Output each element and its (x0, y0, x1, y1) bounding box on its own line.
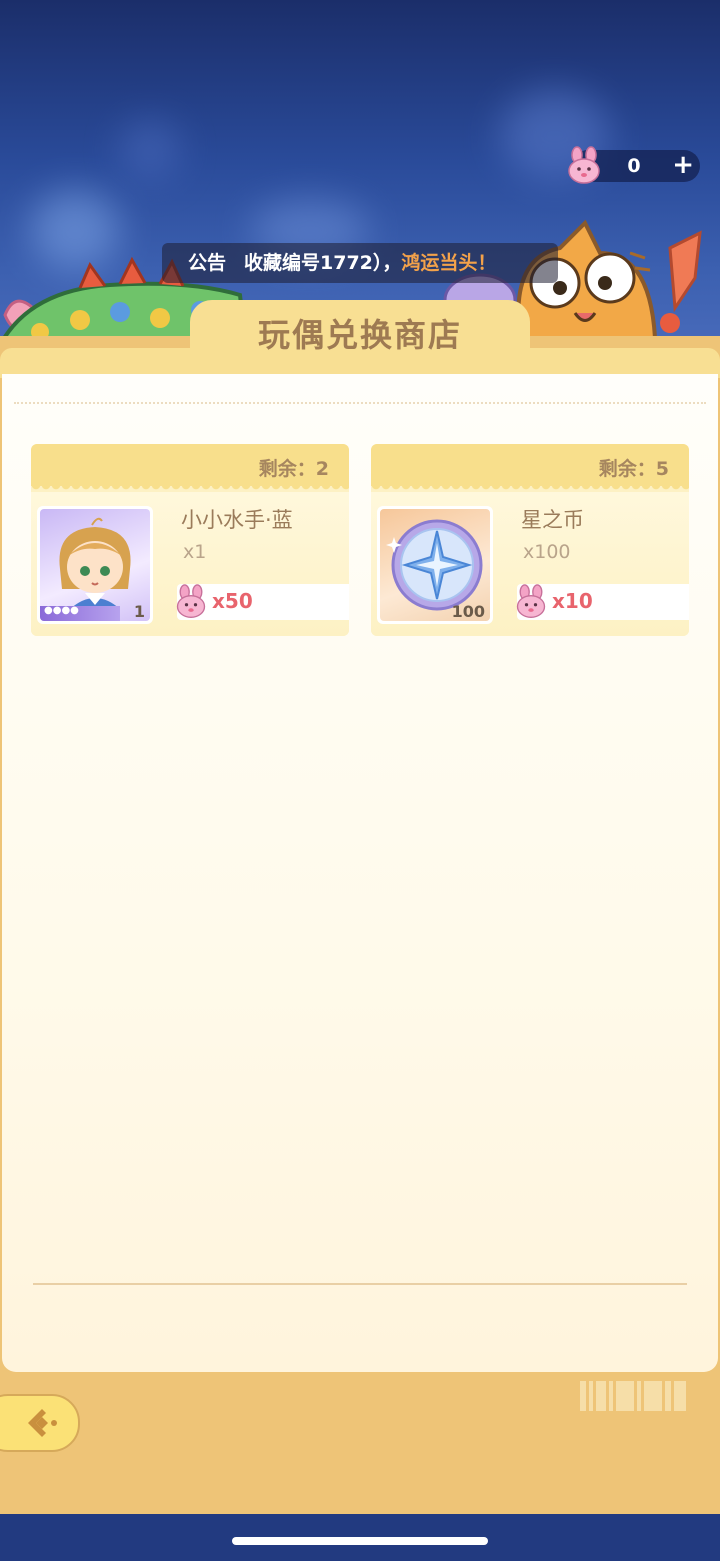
pink-bunny-icon (516, 584, 546, 618)
item-amount: x1 (183, 541, 207, 563)
shop-title: 玩偶兑换商店 (257, 316, 462, 354)
item-thumbnail[interactable]: ●●●● 1 (37, 506, 153, 624)
divider (14, 402, 706, 404)
home-indicator[interactable] (232, 1537, 488, 1545)
bottom-divider (33, 1283, 687, 1285)
card-header: 剩余：5 (371, 444, 689, 491)
item-name: 星之币 (521, 508, 584, 532)
shop-item-card[interactable]: 剩余：5 100 星之币 x100 x10 (371, 444, 689, 636)
notice-highlight: 鸿运当头！ (401, 252, 497, 274)
back-button[interactable] (0, 1394, 80, 1452)
item-name: 小小水手·蓝 (181, 508, 293, 532)
remaining-count: 剩余：5 (598, 458, 669, 480)
currency-counter: 0 + (568, 146, 700, 184)
notice-label: 公告 (188, 252, 227, 274)
pink-bunny-icon (568, 146, 600, 184)
shop-title-tab: 玩偶兑换商店 (190, 300, 530, 358)
price-button[interactable]: x10 (516, 584, 689, 620)
item-price: x10 (552, 589, 593, 613)
card-header: 剩余：2 (31, 444, 349, 491)
item-thumbnail[interactable]: 100 (377, 506, 493, 624)
item-qty: 1 (133, 602, 145, 621)
cat-plush-decoration (516, 219, 702, 340)
rarity-dots: ●●●● (44, 605, 79, 616)
remaining-count: 剩余：2 (258, 458, 329, 480)
notice-text: 收藏编号1772），鸿运当头！ (244, 252, 497, 274)
shop-item-card[interactable]: 剩余：2 ●●●● 1 小小水手·蓝 x1 x50 (31, 444, 349, 636)
back-arrow-icon (28, 1409, 57, 1437)
item-price: x50 (212, 589, 253, 613)
add-currency-button[interactable]: + (672, 151, 694, 179)
barcode-decoration (580, 1381, 686, 1411)
pink-bunny-icon (176, 584, 206, 618)
price-button[interactable]: x50 (176, 584, 349, 620)
item-qty: 100 (451, 602, 485, 621)
currency-count: 0 (627, 155, 641, 177)
notice-banner: 公告 收藏编号1772），鸿运当头！ (162, 243, 558, 283)
item-amount: x100 (523, 541, 571, 563)
